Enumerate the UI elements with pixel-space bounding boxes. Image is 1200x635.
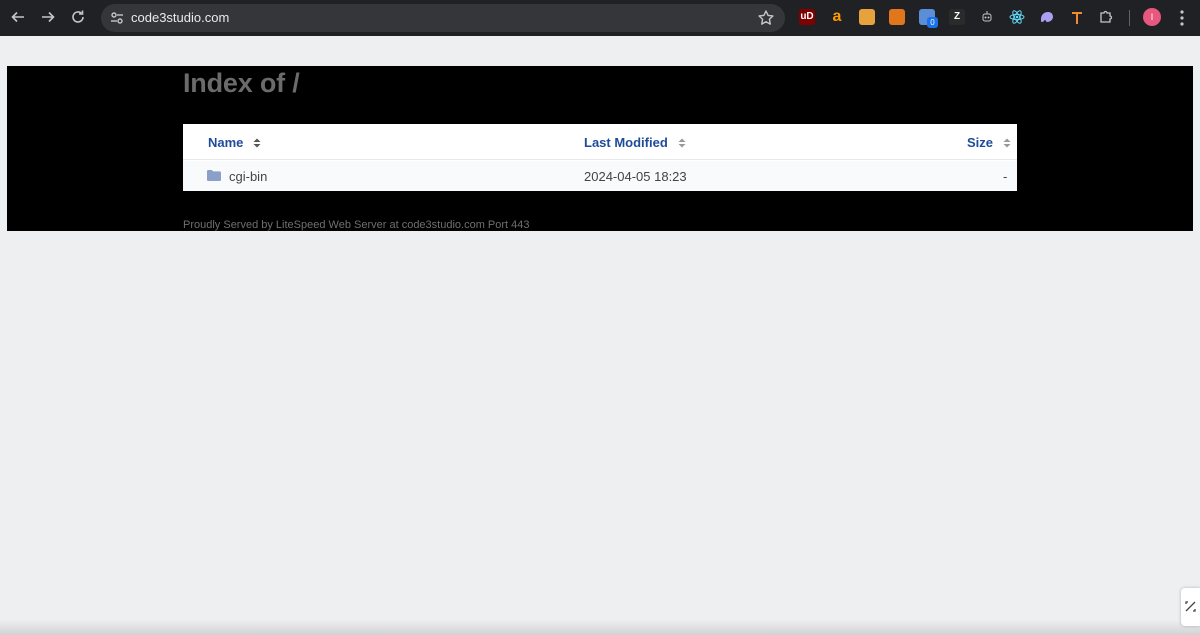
reload-button[interactable] (67, 6, 89, 28)
url-text[interactable]: code3studio.com (131, 10, 229, 26)
folder-icon (207, 170, 221, 181)
bookmark-star-icon[interactable] (757, 9, 775, 27)
toolbar-separator (1129, 10, 1130, 26)
table-header: Name Last Modified Size (183, 124, 1017, 160)
more-menu-icon[interactable] (1174, 9, 1190, 27)
extension-badge: 0 (927, 17, 938, 28)
column-header-name: Name (208, 135, 244, 150)
robot-icon[interactable] (979, 9, 995, 25)
site-info-icon[interactable] (109, 10, 125, 26)
arrow-left-icon (11, 11, 24, 23)
amazon-icon[interactable]: a (829, 9, 845, 25)
puzzle-icon[interactable] (1098, 9, 1114, 25)
side-panel-toggle[interactable] (1181, 588, 1200, 626)
side-panel-icon (1185, 601, 1196, 612)
sort-icon (253, 138, 261, 147)
forward-button[interactable] (37, 6, 59, 28)
address-bar[interactable]: code3studio.com (101, 4, 785, 32)
viewport-shadow (0, 620, 1200, 635)
sort-by-size-link[interactable]: Size (967, 135, 1011, 150)
phantom-icon[interactable] (1039, 9, 1055, 25)
column-header-size: Size (967, 135, 994, 150)
server-footer: Proudly Served by LiteSpeed Web Server a… (183, 219, 530, 231)
sort-icon (1003, 138, 1011, 147)
back-button[interactable] (7, 6, 29, 28)
file-name-link[interactable]: cgi-bin (229, 169, 267, 184)
profile-avatar[interactable]: I (1143, 8, 1161, 26)
ublock-icon[interactable]: uD (799, 9, 815, 25)
metamask-icon[interactable] (889, 9, 905, 25)
arrow-right-icon (42, 11, 55, 23)
column-header-modified: Last Modified (584, 135, 668, 150)
reload-icon (72, 10, 84, 23)
directory-listing-table: Name Last Modified Size cgi-bin 2024-04-… (183, 124, 1017, 191)
browser-toolbar: code3studio.com uD a Z 0 I (0, 0, 1200, 36)
zeal-icon[interactable]: Z (949, 9, 965, 25)
react-devtools-icon[interactable] (1009, 9, 1025, 25)
sort-by-modified-link[interactable]: Last Modified (584, 135, 686, 150)
sort-icon (678, 138, 686, 147)
table-row[interactable]: cgi-bin 2024-04-05 18:23 - (183, 161, 1017, 191)
sort-by-name-link[interactable]: Name (208, 135, 261, 150)
file-modified-date: 2024-04-05 18:23 (584, 169, 687, 184)
page-title: Index of / (183, 68, 300, 98)
file-size: - (1003, 169, 1008, 184)
arrow-up-extension-icon[interactable] (1069, 9, 1085, 25)
coupon-icon[interactable] (859, 9, 875, 25)
